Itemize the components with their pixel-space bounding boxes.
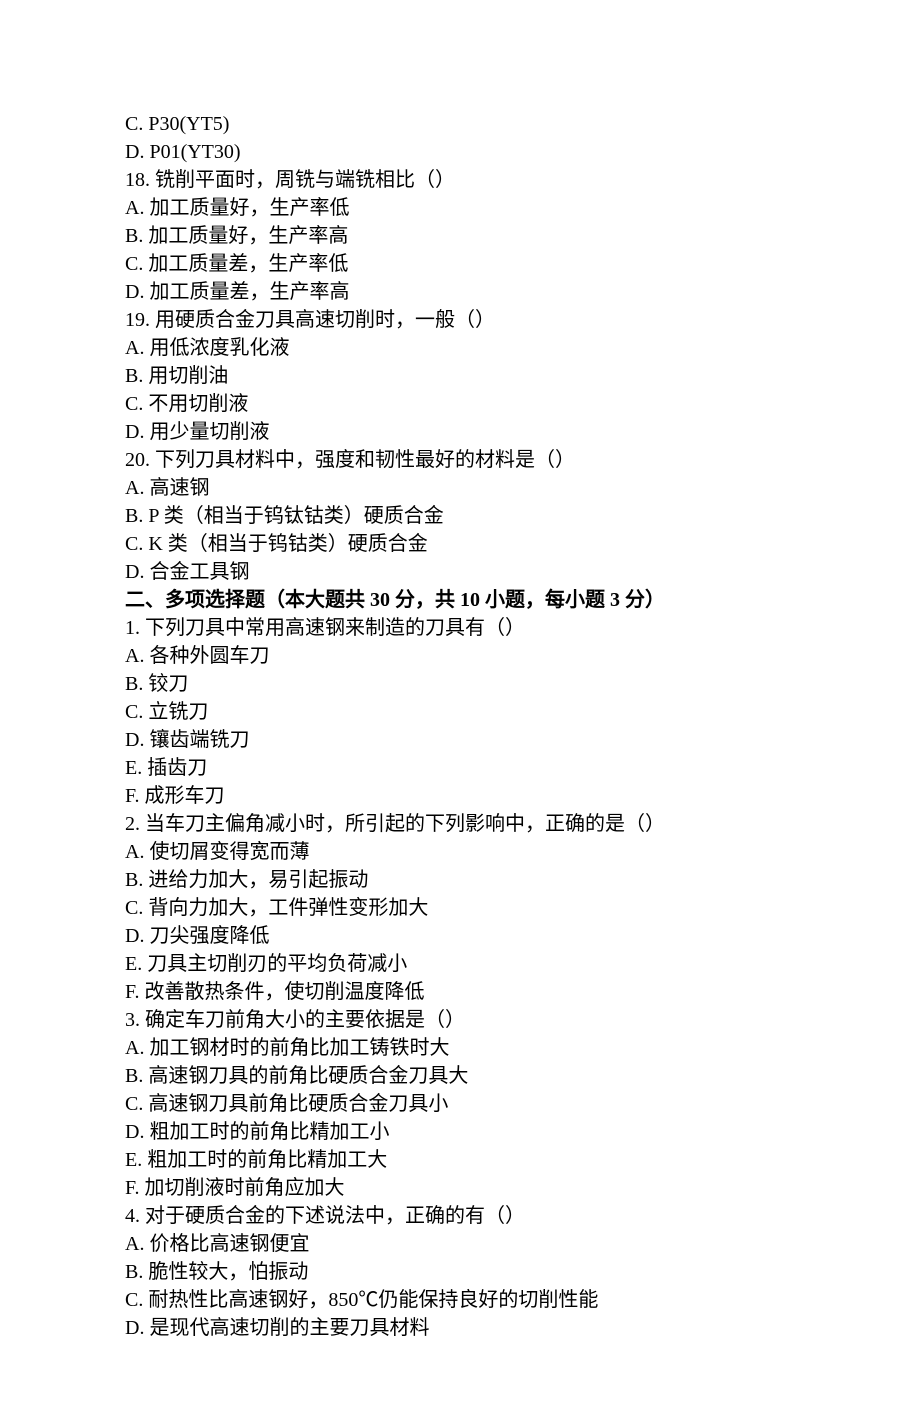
s2-q4-option-a: A. 价格比高速钢便宜 [125, 1230, 860, 1258]
section-2-heading: 二、多项选择题（本大题共 30 分，共 10 小题，每小题 3 分） [125, 586, 860, 614]
s2-q2-stem: 2. 当车刀主偏角减小时，所引起的下列影响中，正确的是（） [125, 810, 860, 838]
q19-option-a: A. 用低浓度乳化液 [125, 334, 860, 362]
q20-option-c: C. K 类（相当于钨钴类）硬质合金 [125, 530, 860, 558]
s2-q3-option-c: C. 高速钢刀具前角比硬质合金刀具小 [125, 1090, 860, 1118]
s2-q3-option-d: D. 粗加工时的前角比精加工小 [125, 1118, 860, 1146]
s2-q4-option-c: C. 耐热性比高速钢好，850℃仍能保持良好的切削性能 [125, 1286, 860, 1314]
s2-q1-option-f: F. 成形车刀 [125, 782, 860, 810]
q18-option-c: C. 加工质量差，生产率低 [125, 250, 860, 278]
s2-q2-option-b: B. 进给力加大，易引起振动 [125, 866, 860, 894]
q20-option-a: A. 高速钢 [125, 474, 860, 502]
s2-q2-option-c: C. 背向力加大，工件弹性变形加大 [125, 894, 860, 922]
s2-q4-option-d: D. 是现代高速切削的主要刀具材料 [125, 1314, 860, 1342]
q20-option-d: D. 合金工具钢 [125, 558, 860, 586]
s2-q2-option-f: F. 改善散热条件，使切削温度降低 [125, 978, 860, 1006]
s2-q1-option-d: D. 镶齿端铣刀 [125, 726, 860, 754]
page-content: C. P30(YT5) D. P01(YT30) 18. 铣削平面时，周铣与端铣… [0, 0, 920, 1402]
q18-option-d: D. 加工质量差，生产率高 [125, 278, 860, 306]
s2-q1-option-c: C. 立铣刀 [125, 698, 860, 726]
q17-option-c: C. P30(YT5) [125, 110, 860, 138]
q19-option-b: B. 用切削油 [125, 362, 860, 390]
s2-q3-option-a: A. 加工钢材时的前角比加工铸铁时大 [125, 1034, 860, 1062]
s2-q3-option-f: F. 加切削液时前角应加大 [125, 1174, 860, 1202]
s2-q4-option-b: B. 脆性较大，怕振动 [125, 1258, 860, 1286]
q17-option-d: D. P01(YT30) [125, 138, 860, 166]
s2-q3-stem: 3. 确定车刀前角大小的主要依据是（） [125, 1006, 860, 1034]
q19-stem: 19. 用硬质合金刀具高速切削时，一般（） [125, 306, 860, 334]
q18-stem: 18. 铣削平面时，周铣与端铣相比（） [125, 166, 860, 194]
s2-q3-option-e: E. 粗加工时的前角比精加工大 [125, 1146, 860, 1174]
q20-option-b: B. P 类（相当于钨钛钴类）硬质合金 [125, 502, 860, 530]
s2-q3-option-b: B. 高速钢刀具的前角比硬质合金刀具大 [125, 1062, 860, 1090]
q18-option-a: A. 加工质量好，生产率低 [125, 194, 860, 222]
s2-q4-stem: 4. 对于硬质合金的下述说法中，正确的有（） [125, 1202, 860, 1230]
s2-q2-option-e: E. 刀具主切削刃的平均负荷减小 [125, 950, 860, 978]
s2-q1-option-b: B. 铰刀 [125, 670, 860, 698]
s2-q2-option-d: D. 刀尖强度降低 [125, 922, 860, 950]
s2-q1-option-a: A. 各种外圆车刀 [125, 642, 860, 670]
q18-option-b: B. 加工质量好，生产率高 [125, 222, 860, 250]
s2-q1-option-e: E. 插齿刀 [125, 754, 860, 782]
q19-option-d: D. 用少量切削液 [125, 418, 860, 446]
q20-stem: 20. 下列刀具材料中，强度和韧性最好的材料是（） [125, 446, 860, 474]
q19-option-c: C. 不用切削液 [125, 390, 860, 418]
s2-q1-stem: 1. 下列刀具中常用高速钢来制造的刀具有（） [125, 614, 860, 642]
s2-q2-option-a: A. 使切屑变得宽而薄 [125, 838, 860, 866]
